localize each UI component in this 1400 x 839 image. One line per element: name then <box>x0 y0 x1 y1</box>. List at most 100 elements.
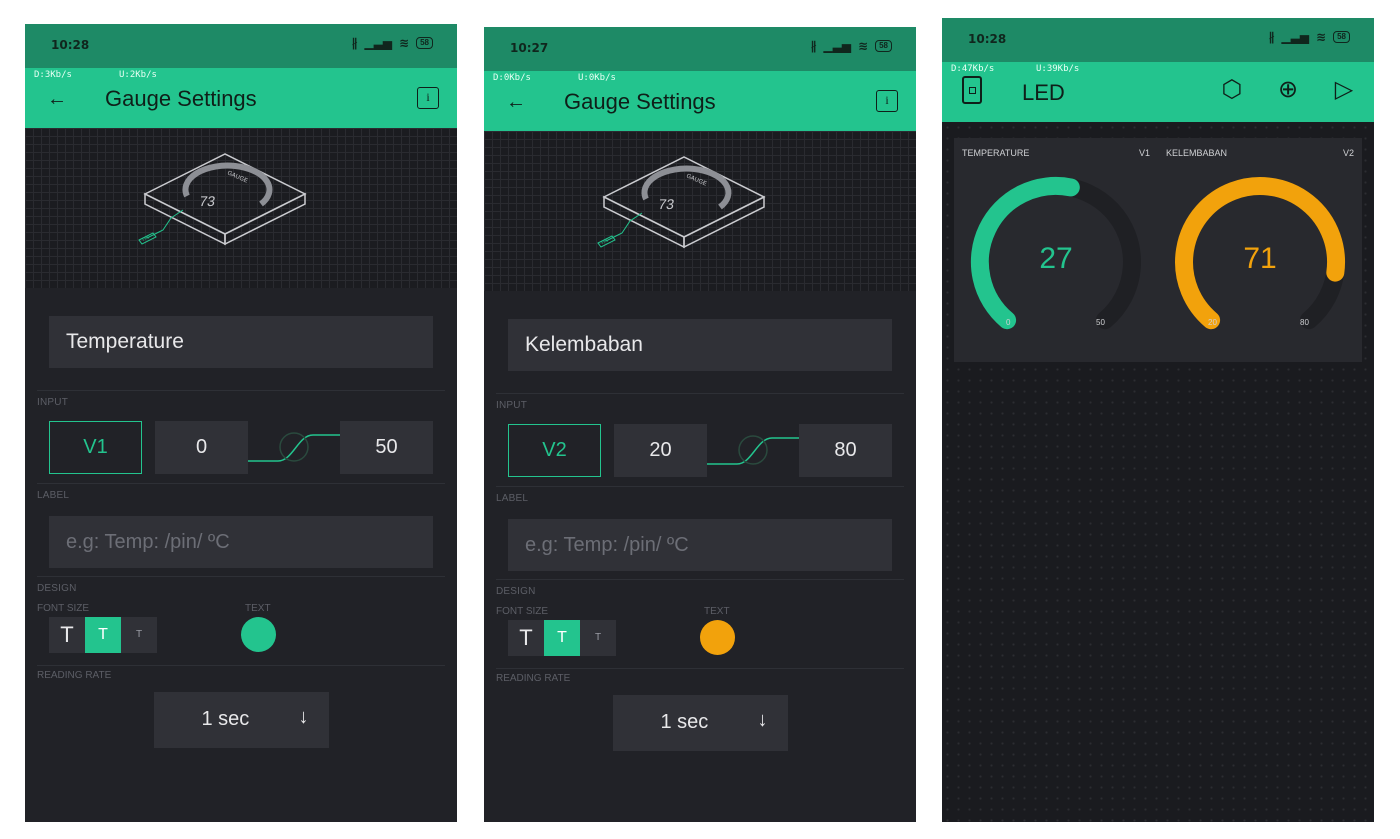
bluetooth-icon: ∦ <box>1268 30 1275 44</box>
font-size-label: FONT SIZE <box>496 606 549 617</box>
device-icon[interactable] <box>962 76 982 104</box>
text-color-swatch[interactable] <box>700 620 735 655</box>
status-icons: ∦ ▁▃▅ ≋ 58 <box>351 36 433 50</box>
gauge-widget-kelembaban[interactable]: KELEMBABAN V2 71 20 80 <box>1158 138 1362 362</box>
label-input[interactable]: e.g: Temp: /pin/ ºC <box>508 519 892 571</box>
status-time: 10:28 <box>51 38 90 52</box>
settings-form: Temperature INPUT V1 0 50 LABEL e.g: Tem… <box>25 316 457 748</box>
widget-name-field[interactable]: Temperature <box>49 316 433 368</box>
bluetooth-icon: ∦ <box>810 39 817 53</box>
font-size-label: FONT SIZE <box>37 603 90 614</box>
gauge-min: 20 <box>1208 318 1217 327</box>
design-row: FONT SIZE TEXT T T T <box>496 606 892 666</box>
design-section-label: DESIGN <box>496 586 536 597</box>
design-section-label: DESIGN <box>37 583 77 594</box>
input-row: V2 20 80 <box>508 424 892 478</box>
font-size-small-button[interactable]: T <box>121 617 157 653</box>
gauge-value: 27 <box>1039 242 1073 275</box>
gauge-widget-illustration: 73 GAUGE PIN <box>138 153 307 246</box>
info-icon[interactable]: i <box>417 87 439 109</box>
preview-gauge-label: GAUGE <box>226 170 248 184</box>
reading-rate-label: READING RATE <box>496 673 571 684</box>
info-icon[interactable]: i <box>876 90 898 112</box>
project-title: LED <box>1022 80 1065 105</box>
net-download-speed: D:3Kb/s <box>34 70 72 80</box>
gauge-min: 0 <box>1006 318 1011 327</box>
dashboard-canvas: TEMPERATURE V1 27 0 50 KELEMBABAN V2 71 … <box>942 122 1374 822</box>
mapping-curve-icon <box>707 435 800 465</box>
divider <box>37 576 445 577</box>
max-value-field[interactable]: 50 <box>340 421 433 474</box>
status-icons: ∦ ▁▃▅ ≋ 58 <box>810 39 892 53</box>
status-bar: 10:28 ∦ ▁▃▅ ≋ 58 <box>25 24 457 68</box>
label-section-label: LABEL <box>37 490 70 501</box>
divider <box>496 668 904 669</box>
settings-screen-temperature: 10:28 ∦ ▁▃▅ ≋ 58 D:3Kb/s U:2Kb/s ← Gauge… <box>25 24 457 822</box>
back-arrow-icon[interactable]: ← <box>506 91 526 114</box>
max-value-field[interactable]: 80 <box>799 424 892 477</box>
pin-selector[interactable]: V1 <box>49 421 142 474</box>
pin-selector[interactable]: V2 <box>508 424 601 477</box>
add-icon[interactable]: ⊕ <box>1274 76 1302 104</box>
divider <box>37 390 445 391</box>
label-section-label: LABEL <box>496 493 529 504</box>
reading-rate-label: READING RATE <box>37 670 112 681</box>
wifi-icon: ≋ <box>399 36 410 50</box>
font-size-selector: T T T <box>49 617 157 653</box>
toolbar: ⬡ ⊕ ▷ <box>1218 76 1358 104</box>
widget-name-field[interactable]: Kelembaban <box>508 319 892 371</box>
widget-preview: 73 GAUGE PIN <box>25 128 457 288</box>
net-download-speed: D:0Kb/s <box>493 73 531 83</box>
reading-rate-dropdown[interactable]: 1 sec ↓ <box>612 695 788 751</box>
text-color-label: TEXT <box>245 603 271 614</box>
signal-icon: ▁▃▅ <box>364 36 393 50</box>
net-upload-speed: U:2Kb/s <box>119 70 157 80</box>
preview-gauge-label: GAUGE <box>685 173 707 187</box>
widget-preview: 73 GAUGE PIN <box>484 131 916 291</box>
status-icons: ∦ ▁▃▅ ≋ 58 <box>1268 30 1350 44</box>
battery-icon: 58 <box>416 37 433 49</box>
status-bar: 10:27 ∦ ▁▃▅ ≋ 58 <box>484 27 916 71</box>
font-size-medium-button[interactable]: T <box>544 620 580 656</box>
arrow-down-icon: ↓ <box>757 709 768 731</box>
design-row: FONT SIZE TEXT T T T <box>37 603 433 663</box>
min-value-field[interactable]: 0 <box>155 421 248 474</box>
font-size-large-button[interactable]: T <box>508 620 544 656</box>
reading-rate-value: 1 sec <box>660 711 709 733</box>
input-section-label: INPUT <box>496 400 527 411</box>
label-input[interactable]: e.g: Temp: /pin/ ºC <box>49 516 433 568</box>
gauge-title: TEMPERATURE <box>962 148 1030 158</box>
divider <box>37 665 445 666</box>
divider <box>496 393 904 394</box>
back-arrow-icon[interactable]: ← <box>47 88 67 111</box>
divider <box>496 486 904 487</box>
bluetooth-icon: ∦ <box>351 36 358 50</box>
input-row: V1 0 50 <box>49 421 433 475</box>
dashboard-screen: 10:28 ∦ ▁▃▅ ≋ 58 D:47Kb/s U:39Kb/s LED ⬡… <box>942 18 1374 822</box>
input-section-label: INPUT <box>37 397 68 408</box>
status-bar: 10:28 ∦ ▁▃▅ ≋ 58 <box>942 18 1374 62</box>
font-size-selector: T T T <box>508 620 616 656</box>
font-size-small-button[interactable]: T <box>580 620 616 656</box>
reading-rate-value: 1 sec <box>201 708 250 730</box>
text-color-label: TEXT <box>704 606 730 617</box>
app-bar: D:0Kb/s U:0Kb/s ← Gauge Settings i <box>484 71 916 131</box>
mapping-curve-icon <box>248 432 341 462</box>
divider <box>37 483 445 484</box>
status-time: 10:28 <box>968 32 1007 46</box>
battery-icon: 58 <box>875 40 892 52</box>
gauge-widget-temperature[interactable]: TEMPERATURE V1 27 0 50 <box>954 138 1158 362</box>
font-size-medium-button[interactable]: T <box>85 617 121 653</box>
play-icon[interactable]: ▷ <box>1330 76 1358 104</box>
wifi-icon: ≋ <box>858 39 869 53</box>
net-download-speed: D:47Kb/s <box>951 64 995 74</box>
signal-icon: ▁▃▅ <box>1281 30 1310 44</box>
font-size-large-button[interactable]: T <box>49 617 85 653</box>
text-color-swatch[interactable] <box>241 617 276 652</box>
settings-icon[interactable]: ⬡ <box>1218 76 1246 104</box>
gauge-value: 71 <box>1243 242 1277 275</box>
reading-rate-dropdown[interactable]: 1 sec ↓ <box>153 692 329 748</box>
app-bar: D:47Kb/s U:39Kb/s LED ⬡ ⊕ ▷ <box>942 62 1374 122</box>
net-upload-speed: U:39Kb/s <box>1036 64 1080 74</box>
min-value-field[interactable]: 20 <box>614 424 707 477</box>
